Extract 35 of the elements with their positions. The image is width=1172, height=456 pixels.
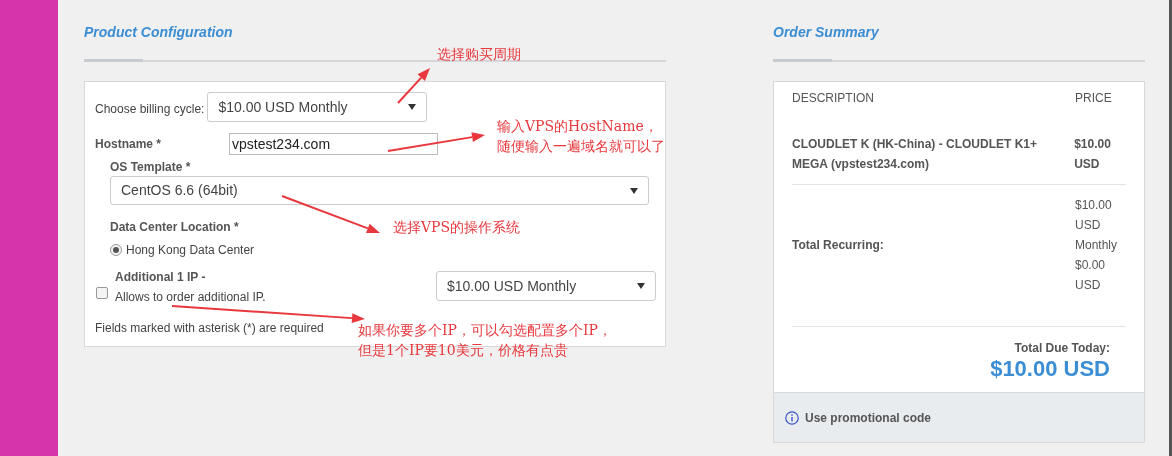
caret-icon xyxy=(408,104,417,110)
field-label: Data Center Location * xyxy=(110,219,240,236)
section-title: Product Configuration xyxy=(84,23,234,40)
column-header: PRICE xyxy=(1075,90,1112,107)
field-label: Additional 1 IP - xyxy=(115,269,206,286)
radio-button[interactable] xyxy=(110,244,122,256)
annotation-text: 如果你要多个IP，可以勾选配置多个IP， 但是1个IP要10美元，价格有点贵 xyxy=(358,321,612,360)
field-label: Choose billing cycle: xyxy=(95,101,205,118)
arrow xyxy=(397,68,430,104)
select-field[interactable]: CentOS 6.6 (64bit) xyxy=(110,176,649,205)
item-description: CLOUDLET K (HK-China) - CLOUDLET K1+ MEGA (vpstest234.com) xyxy=(792,136,1038,173)
recurring-price: $10.00 USD Monthly xyxy=(1075,197,1119,254)
field-label: Hostname * xyxy=(95,136,163,153)
total-recurring-label: Total Recurring: xyxy=(792,237,885,254)
recurring-price: $0.00 USD xyxy=(1075,257,1107,294)
caret-icon xyxy=(637,283,645,289)
caret-icon xyxy=(630,187,638,194)
checkbox[interactable] xyxy=(96,287,108,299)
annotation-text: 选择购买周期 xyxy=(437,45,521,64)
promo-link[interactable]: Use promotional code xyxy=(805,408,932,427)
required-note: Fields marked with asterisk (*) are required xyxy=(95,320,324,337)
total-due-amount: $10.00 USD xyxy=(990,357,1110,381)
section-title: Order Summary xyxy=(773,23,880,40)
annotation-text: 输入VPS的HostName， 随便输入一遍域名就可以了 xyxy=(497,117,665,156)
column-header: DESCRIPTION xyxy=(792,90,875,107)
item-price: $10.00 USD xyxy=(1074,136,1112,173)
checkbox-label: Allows to order additional IP. xyxy=(115,289,266,306)
hostname-field[interactable]: vpstest234.com xyxy=(229,133,438,155)
select-field[interactable]: $10.00 USD Monthly xyxy=(207,92,428,122)
annotation-text: 选择VPS的操作系统 xyxy=(393,218,521,237)
radio-label: Hong Kong Data Center xyxy=(126,242,255,259)
info-icon xyxy=(785,410,799,425)
total-due-label: Total Due Today: xyxy=(1014,340,1110,357)
field-label: OS Template * xyxy=(110,159,192,175)
select-field[interactable]: $10.00 USD Monthly xyxy=(436,271,656,301)
